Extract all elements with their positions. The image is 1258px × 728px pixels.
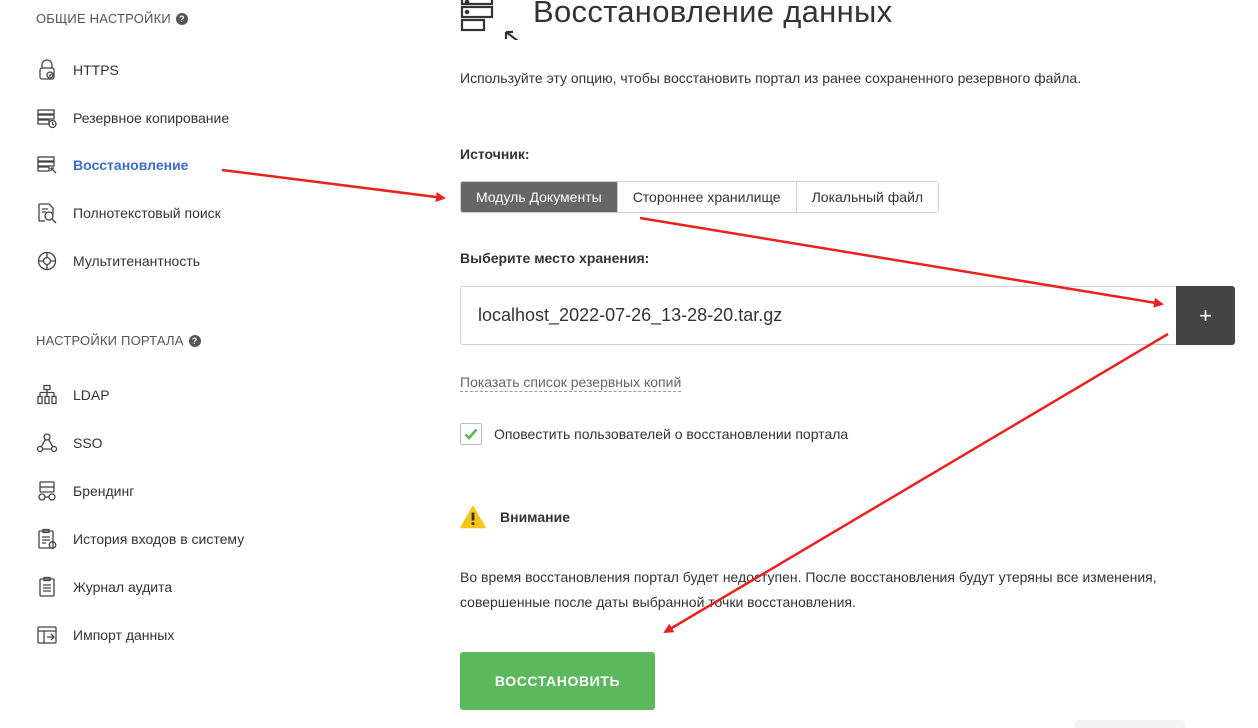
audit-log-icon [36, 576, 58, 598]
sidebar-item-multitenancy[interactable]: Мультитенантность [36, 249, 200, 273]
notify-users-label: Оповестить пользователей о восстановлени… [494, 426, 849, 442]
sidebar-item-data-import[interactable]: Импорт данных [36, 623, 174, 647]
sidebar-item-ldap[interactable]: LDAP [36, 383, 110, 407]
sidebar-item-label: Журнал аудита [73, 579, 173, 595]
multitenancy-icon [36, 250, 58, 272]
https-lock-icon [36, 59, 58, 81]
plus-icon: + [1199, 302, 1212, 328]
page-title: Восстановление данных [533, 0, 893, 29]
general-settings-header: ОБЩИЕ НАСТРОЙКИ ? [36, 11, 188, 26]
notify-users-checkbox[interactable] [460, 423, 482, 445]
checkmark-icon [464, 428, 478, 440]
notify-users-option: Оповестить пользователей о восстановлени… [460, 423, 848, 445]
sidebar-item-label: Полнотекстовый поиск [73, 205, 221, 221]
sidebar-item-label: История входов в систему [73, 531, 245, 547]
general-settings-title: ОБЩИЕ НАСТРОЙКИ [36, 11, 171, 26]
sidebar-item-branding[interactable]: Брендинг [36, 479, 134, 503]
storage-path-field[interactable]: localhost_2022-07-26_13-28-20.tar.gz [460, 286, 1176, 345]
sidebar-item-login-history[interactable]: История входов в систему [36, 527, 244, 551]
sidebar-item-fulltext-search[interactable]: Полнотекстовый поиск [36, 201, 221, 225]
restore-icon [36, 154, 58, 176]
login-history-icon [36, 528, 58, 550]
sidebar-item-label: SSO [73, 435, 103, 451]
portal-settings-title: НАСТРОЙКИ ПОРТАЛА [36, 333, 184, 348]
corner-widget [1075, 720, 1185, 728]
sso-icon [36, 432, 58, 454]
sidebar-item-sso[interactable]: SSO [36, 431, 103, 455]
branding-icon [36, 480, 58, 502]
sidebar-item-label: Брендинг [73, 483, 135, 499]
warning-title: Внимание [500, 509, 570, 525]
restore-header-icon [460, 0, 519, 40]
restore-button[interactable]: ВОССТАНОВИТЬ [460, 652, 655, 710]
source-label: Источник: [460, 146, 530, 162]
sidebar-item-label: Мультитенантность [73, 253, 201, 269]
page-description: Используйте эту опцию, чтобы восстановит… [460, 70, 1082, 86]
sidebar-item-label: Импорт данных [73, 627, 175, 643]
sidebar-item-label: Резервное копирование [73, 110, 230, 126]
warning-text: Во время восстановления портал будет нед… [460, 569, 1157, 610]
source-option-local-file[interactable]: Локальный файл [796, 182, 939, 212]
warning-header: Внимание [460, 505, 570, 529]
sidebar-item-label: HTTPS [73, 62, 119, 78]
data-import-icon [36, 624, 58, 646]
fulltext-search-icon [36, 202, 58, 224]
sidebar-item-label: LDAP [73, 387, 110, 403]
sidebar-item-https[interactable]: HTTPS [36, 58, 119, 82]
warning-icon [460, 505, 486, 529]
source-selector: Модуль Документы Стороннее хранилище Лок… [460, 181, 940, 213]
main-content: Восстановление данных Используйте эту оп… [460, 0, 1250, 728]
sidebar-item-audit-log[interactable]: Журнал аудита [36, 575, 172, 599]
backup-icon [36, 107, 58, 129]
portal-settings-header: НАСТРОЙКИ ПОРТАЛА ? [36, 333, 201, 348]
show-backup-list-link[interactable]: Показать список резервных копий [460, 373, 682, 392]
sidebar-item-restore[interactable]: Восстановление [36, 153, 188, 177]
sidebar-item-backup[interactable]: Резервное копирование [36, 106, 229, 130]
source-option-documents-module[interactable]: Модуль Документы [461, 182, 618, 212]
source-option-third-party-storage[interactable]: Стороннее хранилище [617, 182, 797, 212]
sidebar-item-label: Восстановление [73, 157, 189, 173]
sidebar: ОБЩИЕ НАСТРОЙКИ ? HTTPS Резервное копиро… [0, 0, 300, 728]
add-storage-button[interactable]: + [1176, 286, 1235, 345]
ldap-icon [36, 384, 58, 406]
help-icon[interactable]: ? [188, 334, 201, 347]
help-icon[interactable]: ? [175, 12, 188, 25]
storage-label: Выберите место хранения: [460, 250, 650, 266]
